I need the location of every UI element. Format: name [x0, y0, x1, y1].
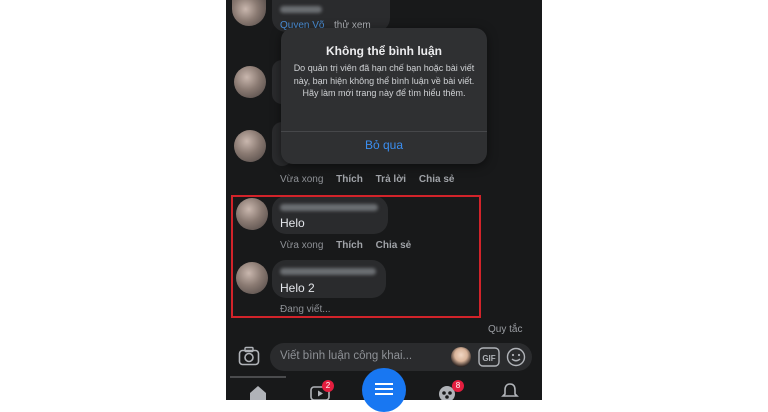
camera-icon[interactable] — [238, 346, 260, 366]
comment-actions: Vừa xong Thích Trả lời Chia sẻ — [280, 174, 454, 185]
dismiss-button[interactable]: Bỏ qua — [281, 138, 487, 152]
menu-icon — [375, 383, 393, 395]
bell-icon[interactable] — [501, 382, 519, 400]
cannot-comment-dialog: Không thể bình luận Do quản trị viên đã … — [281, 28, 487, 164]
home-icon[interactable] — [248, 384, 268, 400]
dialog-message: Do quản trị viên đã hạn chế bạn hoặc bài… — [293, 63, 475, 98]
video-badge: 2 — [322, 380, 334, 392]
dialog-divider — [281, 131, 487, 132]
rules-link[interactable]: Quy tắc — [488, 324, 522, 335]
share-button[interactable]: Chia sẻ — [419, 174, 455, 185]
avatar-sticker-icon[interactable] — [451, 347, 471, 367]
blurred-name — [280, 6, 322, 13]
svg-text:GIF: GIF — [482, 354, 495, 363]
dialog-title: Không thể bình luận — [326, 44, 442, 58]
groups-badge: 8 — [452, 380, 464, 392]
emoji-icon[interactable] — [506, 347, 526, 367]
menu-button[interactable] — [362, 368, 406, 412]
comment-time: Vừa xong — [280, 174, 324, 185]
comment-input-placeholder: Viết bình luận công khai... — [280, 350, 413, 362]
avatar[interactable] — [234, 66, 266, 98]
active-tab-indicator — [230, 376, 286, 378]
highlight-box — [231, 195, 481, 318]
avatar[interactable] — [234, 130, 266, 162]
reply-button[interactable]: Trả lời — [376, 174, 406, 185]
gif-icon[interactable]: GIF — [478, 347, 500, 367]
like-button[interactable]: Thích — [336, 174, 363, 185]
